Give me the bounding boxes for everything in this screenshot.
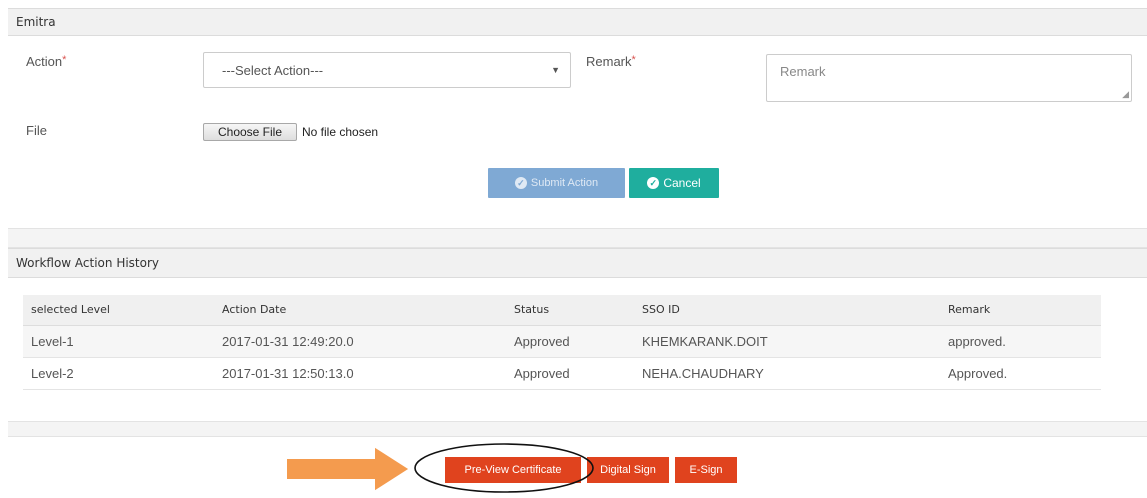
table-row: Level-1 2017-01-31 12:49:20.0 Approved K… xyxy=(23,325,1101,358)
table-cell: Level-2 xyxy=(23,357,222,390)
column-header: selected Level xyxy=(23,295,222,326)
table-cell: Approved xyxy=(514,325,642,358)
table-cell: KHEMKARANK.DOIT xyxy=(642,325,948,358)
annotation-arrow-icon xyxy=(285,444,412,494)
table-cell: Level-1 xyxy=(23,325,222,358)
resize-grip-icon[interactable]: ◢ xyxy=(1122,89,1129,100)
emitra-panel-header: Emitra xyxy=(8,8,1147,36)
submit-action-button[interactable]: ✓ Submit Action xyxy=(488,168,625,198)
history-panel-title: Workflow Action History xyxy=(16,256,160,270)
column-header: Remark xyxy=(948,295,1101,326)
action-select-value: ---Select Action--- xyxy=(222,62,324,78)
column-header: Action Date xyxy=(222,295,514,326)
check-circle-icon: ✓ xyxy=(514,177,527,189)
panel-separator xyxy=(8,421,1147,437)
remark-label: Remark* xyxy=(586,54,636,69)
column-header: Status xyxy=(514,295,642,326)
dropdown-caret-icon: ▼ xyxy=(551,65,560,75)
choose-file-button[interactable]: Choose File xyxy=(203,123,297,141)
cancel-button[interactable]: ✓ Cancel xyxy=(629,168,719,198)
table-row: Level-2 2017-01-31 12:50:13.0 Approved N… xyxy=(23,357,1101,390)
action-label: Action* xyxy=(26,54,67,69)
digital-sign-button[interactable]: Digital Sign xyxy=(587,457,669,483)
file-label: File xyxy=(26,123,47,138)
table-cell: approved. xyxy=(948,325,1101,358)
check-circle-icon: ✓ xyxy=(647,177,660,189)
table-cell: 2017-01-31 12:49:20.0 xyxy=(222,325,514,358)
required-mark: * xyxy=(62,54,67,66)
panel-separator xyxy=(8,228,1147,248)
annotation-ellipse-icon xyxy=(414,443,594,493)
esign-button[interactable]: E-Sign xyxy=(675,457,737,483)
table-cell: NEHA.CHAUDHARY xyxy=(642,357,948,390)
history-table: selected Level Action Date Status SSO ID… xyxy=(23,295,1101,390)
column-header: SSO ID xyxy=(642,295,948,326)
history-panel-header: Workflow Action History xyxy=(8,248,1147,278)
table-cell: Approved. xyxy=(948,357,1101,390)
remark-placeholder: Remark xyxy=(780,64,826,79)
file-status-text: No file chosen xyxy=(302,125,379,139)
action-select[interactable]: ---Select Action--- ▼ xyxy=(203,52,571,88)
table-cell: Approved xyxy=(514,357,642,390)
emitra-panel-title: Emitra xyxy=(16,15,56,29)
remark-textarea[interactable]: Remark ◢ xyxy=(766,54,1132,102)
table-cell: 2017-01-31 12:50:13.0 xyxy=(222,357,514,390)
table-header-row: selected Level Action Date Status SSO ID… xyxy=(23,295,1101,326)
required-mark: * xyxy=(631,54,636,66)
